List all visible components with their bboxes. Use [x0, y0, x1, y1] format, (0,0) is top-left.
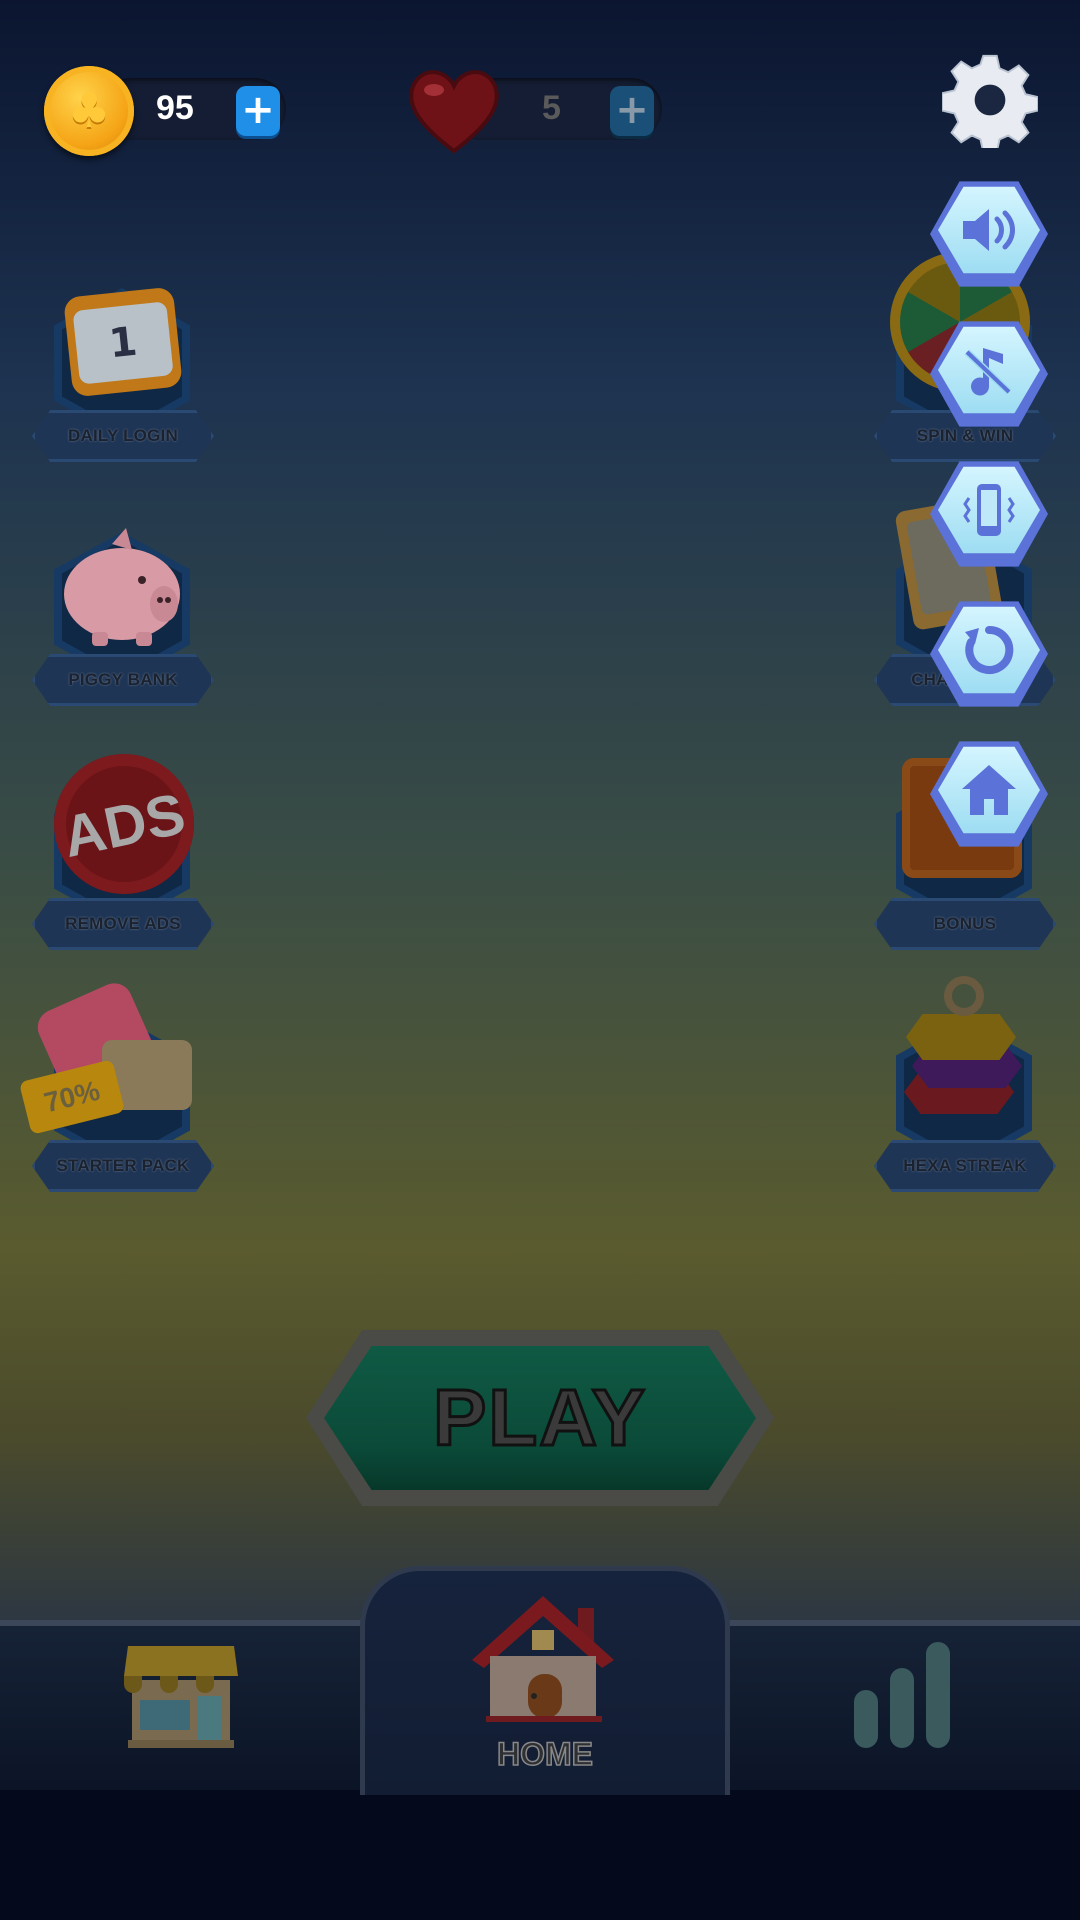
- vibration-toggle-button[interactable]: [930, 458, 1048, 570]
- hexa-streak-item[interactable]: HEXA STREAK: [874, 976, 1056, 1200]
- hexa-streak-label: HEXA STREAK: [874, 1140, 1056, 1192]
- starter-pack-label: STARTER PACK: [32, 1140, 214, 1192]
- shop-icon: [124, 1646, 238, 1748]
- remove-ads-item[interactable]: ADS REMOVE ADS: [32, 754, 214, 958]
- home-button[interactable]: [930, 738, 1048, 850]
- calendar-day: 1: [72, 301, 174, 385]
- shop-tab[interactable]: [124, 1640, 238, 1750]
- restart-icon: [965, 625, 1014, 674]
- heart-icon: [409, 70, 499, 154]
- leaderboard-tab[interactable]: [846, 1640, 956, 1750]
- settings-gear-icon[interactable]: [942, 52, 1038, 148]
- add-coins-button[interactable]: +: [236, 86, 280, 136]
- play-label[interactable]: PLAY: [306, 1330, 774, 1506]
- daily-login-item[interactable]: 1 DAILY LOGIN: [32, 270, 214, 470]
- daily-login-label: DAILY LOGIN: [32, 410, 214, 462]
- vibration-icon: [963, 483, 1015, 536]
- sound-icon: [963, 208, 1015, 251]
- home-tab-label: HOME: [496, 1735, 594, 1773]
- music-toggle-button[interactable]: [930, 318, 1048, 430]
- leaderboard-icon: [854, 1642, 950, 1748]
- hexa-stack-icon: [904, 976, 1024, 1130]
- home-tab-icon: [468, 1590, 618, 1726]
- clover-coin-icon: ♣: [44, 66, 134, 156]
- sound-toggle-button[interactable]: [930, 178, 1048, 290]
- ads-text: ADS: [57, 780, 191, 871]
- calendar-icon: 1: [63, 286, 183, 398]
- piggy-bank-icon: [64, 528, 180, 646]
- restart-button[interactable]: [930, 598, 1048, 710]
- coin-count: 95: [156, 89, 194, 127]
- remove-ads-icon: ADS: [54, 754, 194, 894]
- piggy-bank-label: PIGGY BANK: [32, 654, 214, 706]
- music-off-icon: [964, 347, 1012, 396]
- starter-pack-item[interactable]: 70% STARTER PACK: [18, 977, 214, 1200]
- bonus-label: BONUS: [874, 898, 1056, 950]
- piggy-bank-item[interactable]: PIGGY BANK: [32, 514, 214, 714]
- remove-ads-label: REMOVE ADS: [32, 898, 214, 950]
- add-lives-button[interactable]: +: [610, 86, 654, 136]
- lives-count: 5: [542, 89, 561, 127]
- home-icon: [962, 764, 1016, 815]
